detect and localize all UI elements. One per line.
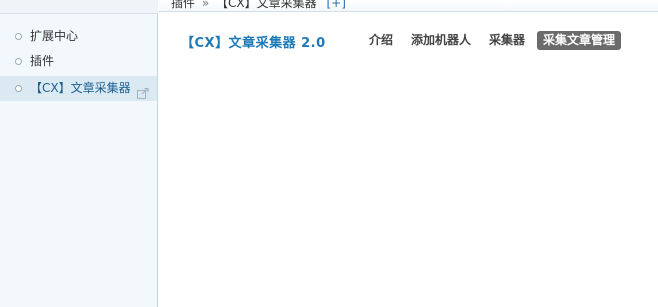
sidebar-item-extension-center[interactable]: 扩展中心 bbox=[0, 24, 157, 49]
top-bar: 插件 » 【CX】文章采集器 [+] bbox=[159, 0, 658, 12]
main-content: 插件 » 【CX】文章采集器 [+] 【CX】文章采集器 2.0 介绍 添加机器… bbox=[159, 0, 658, 307]
bullet-icon bbox=[15, 85, 22, 92]
bullet-icon bbox=[15, 58, 22, 65]
sidebar-menu: 扩展中心 插件 【CX】文章采集器 bbox=[0, 24, 157, 101]
breadcrumb-parent[interactable]: 插件 bbox=[171, 0, 195, 10]
sidebar-item-label: 插件 bbox=[30, 54, 55, 68]
tab-intro[interactable]: 介绍 bbox=[363, 31, 399, 50]
sidebar: 扩展中心 插件 【CX】文章采集器 bbox=[0, 0, 158, 307]
external-link-icon[interactable] bbox=[137, 83, 149, 99]
add-shortcut-link[interactable]: [+] bbox=[326, 0, 345, 10]
plugin-tabs: 介绍 添加机器人 采集器 采集文章管理 bbox=[363, 31, 627, 50]
breadcrumb: 插件 » 【CX】文章采集器 [+] bbox=[171, 0, 346, 11]
breadcrumb-separator: » bbox=[201, 0, 210, 10]
tab-add-robot[interactable]: 添加机器人 bbox=[405, 31, 477, 50]
bullet-icon bbox=[15, 33, 22, 40]
tab-collector[interactable]: 采集器 bbox=[483, 31, 531, 50]
plugin-title: 【CX】文章采集器 2.0 bbox=[181, 36, 326, 51]
tab-article-management[interactable]: 采集文章管理 bbox=[537, 31, 622, 50]
sidebar-item-plugins[interactable]: 插件 bbox=[0, 49, 157, 74]
sidebar-header bbox=[0, 0, 158, 14]
sidebar-item-label: 【CX】文章采集器 bbox=[30, 81, 131, 95]
sidebar-item-cx-collector[interactable]: 【CX】文章采集器 bbox=[0, 76, 157, 101]
breadcrumb-current: 【CX】文章采集器 bbox=[216, 0, 317, 10]
sidebar-item-label: 扩展中心 bbox=[30, 29, 79, 43]
